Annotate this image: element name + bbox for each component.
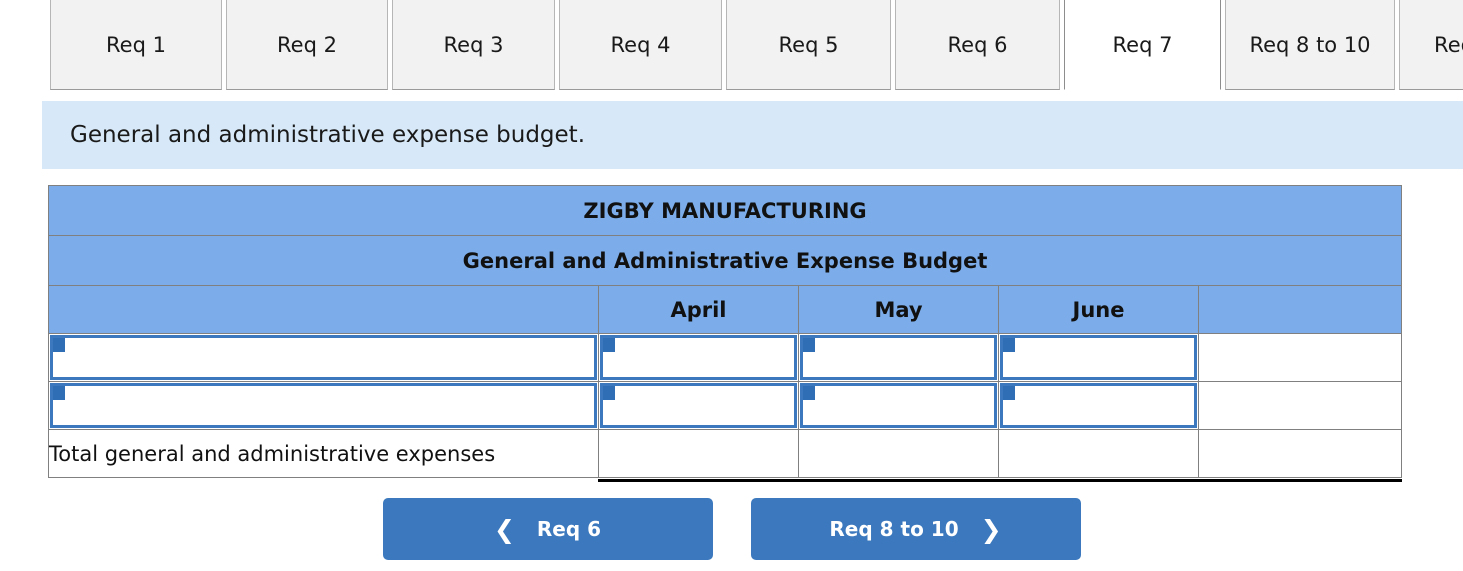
account-name-cell[interactable] <box>48 381 599 430</box>
tab-label: Req 2 <box>277 32 337 57</box>
instruction-text: General and administrative expense budge… <box>70 122 586 148</box>
table-title-row: ZIGBY MANUFACTURING <box>47 185 1403 236</box>
column-header-label: June <box>1072 297 1125 322</box>
dropdown-triangle-icon[interactable] <box>1003 338 1015 352</box>
company-title: ZIGBY MANUFACTURING <box>47 185 1403 236</box>
dropdown-triangle-icon[interactable] <box>53 338 65 352</box>
account-name-cell[interactable] <box>48 333 599 382</box>
tab-label: Req 1 <box>106 32 166 57</box>
requirement-tabs: Req 1 Req 2 Req 3 Req 4 Req 5 Req 6 Req 7 Req 8… <box>50 0 1463 90</box>
table-row <box>48 381 1403 430</box>
next-requirement-button[interactable]: Req 8 to 10 ❯ <box>750 498 1081 560</box>
report-title: General and Administrative Expense Budge… <box>47 235 1403 286</box>
amount-cell[interactable] <box>798 333 999 382</box>
prev-requirement-button[interactable]: ❮ Req 6 <box>382 498 713 560</box>
amount-input[interactable] <box>1000 335 1197 380</box>
amount-cell[interactable] <box>998 381 1199 430</box>
column-header-label: April <box>670 297 727 322</box>
dropdown-triangle-icon[interactable] <box>603 338 615 352</box>
next-requirement-label: Req 8 to 10 <box>829 517 959 541</box>
amount-cell[interactable] <box>598 333 799 382</box>
tab-label: Req 7 <box>1112 32 1173 57</box>
tab-req-6[interactable]: Req 6 <box>895 0 1060 90</box>
instruction-banner: General and administrative expense budge… <box>42 101 1463 169</box>
total-amount-cell <box>798 429 1000 483</box>
amount-input[interactable] <box>1000 383 1197 428</box>
column-header-label: May <box>874 297 923 322</box>
trailing-cell <box>1197 333 1403 382</box>
total-row-label: Total general and administrative expense… <box>48 429 599 478</box>
tab-label: Req 3 <box>443 32 504 57</box>
budget-table: ZIGBY MANUFACTURING General and Administ… <box>47 185 1403 483</box>
table-row: Total general and administrative expense… <box>48 429 1403 483</box>
dropdown-triangle-icon[interactable] <box>803 386 815 400</box>
tab-req-5[interactable]: Req 5 <box>726 0 891 90</box>
tab-req-2[interactable]: Req 2 <box>226 0 388 90</box>
account-name-input[interactable] <box>50 335 597 380</box>
table-subtitle-row: General and Administrative Expense Budge… <box>47 235 1403 286</box>
column-header-4 <box>1197 285 1403 334</box>
table-row <box>48 333 1403 382</box>
prev-requirement-label: Req 6 <box>536 517 602 541</box>
column-header-1: April <box>598 285 799 334</box>
requirement-navigation: ❮ Req 6 Req 8 to 10 ❯ <box>0 498 1463 560</box>
account-name-input[interactable] <box>50 383 597 428</box>
tab-label: Req 8 to 10 <box>1249 32 1371 57</box>
amount-input[interactable] <box>800 335 997 380</box>
amount-input[interactable] <box>800 383 997 428</box>
amount-cell[interactable] <box>798 381 999 430</box>
chevron-right-icon: ❯ <box>980 514 1002 544</box>
trailing-cell <box>1197 381 1403 430</box>
amount-cell[interactable] <box>998 333 1199 382</box>
total-amount-cell <box>598 429 800 483</box>
chevron-left-icon: ❮ <box>493 514 515 544</box>
tab-req-8-to-10[interactable]: Req 8 to 10 <box>1225 0 1395 90</box>
tab-req-3[interactable]: Req 3 <box>392 0 555 90</box>
tab-req[interactable]: Req <box>1399 0 1463 90</box>
tab-label: Req <box>1434 32 1463 57</box>
total-amount-cell <box>998 429 1200 483</box>
column-header-2: May <box>798 285 999 334</box>
dropdown-triangle-icon[interactable] <box>603 386 615 400</box>
dropdown-triangle-icon[interactable] <box>1003 386 1015 400</box>
column-header-3: June <box>998 285 1199 334</box>
amount-cell[interactable] <box>598 381 799 430</box>
amount-input[interactable] <box>600 383 797 428</box>
dropdown-triangle-icon[interactable] <box>803 338 815 352</box>
tab-req-7[interactable]: Req 7 <box>1064 0 1221 90</box>
column-header-row: April May June <box>48 285 1403 334</box>
tab-label: Req 6 <box>947 32 1008 57</box>
tab-label: Req 4 <box>610 32 671 57</box>
column-header-0 <box>48 285 599 334</box>
amount-input[interactable] <box>600 335 797 380</box>
dropdown-triangle-icon[interactable] <box>53 386 65 400</box>
trailing-cell <box>1197 429 1403 483</box>
tab-req-4[interactable]: Req 4 <box>559 0 722 90</box>
tab-label: Req 5 <box>778 32 839 57</box>
tab-req-1[interactable]: Req 1 <box>50 0 222 90</box>
